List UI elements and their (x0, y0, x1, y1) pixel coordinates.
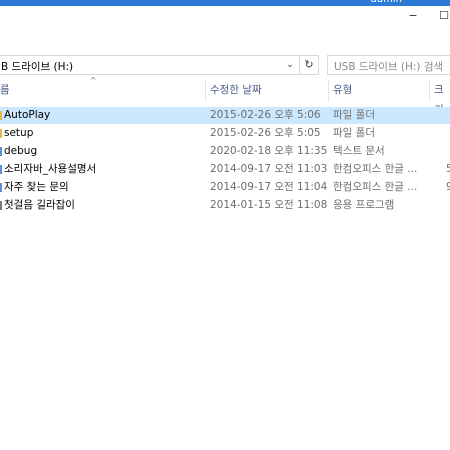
column-header-name[interactable]: 름 (0, 80, 10, 100)
file-date: 2020-02-18 오후 11:35 (210, 145, 328, 157)
file-row[interactable]: 소리자바_사용설명서 2014-09-17 오전 11:03 한컴오피스 한글 ..… (0, 161, 450, 178)
file-type: 파일 폴더 (333, 127, 375, 139)
file-name: 자주 찾는 문의 (4, 181, 69, 193)
file-type: 텍스트 문서 (333, 145, 385, 157)
file-date: 2014-01-15 오전 11:08 (210, 199, 328, 211)
file-row[interactable]: AutoPlay 2015-02-26 오후 5:06 파일 폴더 (0, 107, 450, 124)
file-date: 2014-09-17 오전 11:04 (210, 181, 328, 193)
title-bar: admin (0, 0, 450, 6)
column-divider[interactable] (328, 80, 329, 102)
address-bar[interactable]: B 드라이브 (H:) ⌄ ↻ (0, 55, 319, 75)
folder-icon (0, 111, 2, 120)
search-placeholder: USB 드라이브 (H:) 검색 (334, 61, 444, 73)
file-name: 첫걸음 길라잡이 (4, 199, 75, 211)
hwp-document-icon (0, 165, 2, 174)
file-name: setup (4, 127, 34, 139)
column-header-date[interactable]: 수정한 날짜 (210, 80, 262, 100)
file-date: 2015-02-26 오후 5:06 (210, 109, 321, 121)
column-divider[interactable] (205, 80, 206, 102)
chevron-down-icon[interactable]: ⌄ (282, 56, 298, 74)
file-name: debug (4, 145, 38, 157)
file-type: 한컴오피스 한글 ... (333, 181, 418, 193)
hwp-document-icon (0, 183, 2, 192)
file-name: AutoPlay (4, 109, 51, 121)
file-row[interactable]: setup 2015-02-26 오후 5:05 파일 폴더 (0, 125, 450, 142)
file-type: 파일 폴더 (333, 109, 375, 121)
file-date: 2015-02-26 오후 5:05 (210, 127, 321, 139)
restore-button[interactable]: ☐ (434, 8, 450, 24)
file-date: 2014-09-17 오전 11:03 (210, 163, 328, 175)
column-headers: 름 수정한 날짜 유형 크기 (0, 80, 450, 116)
column-header-size[interactable]: 크기 (434, 80, 450, 116)
refresh-icon[interactable]: ↻ (299, 56, 318, 74)
file-type: 응용 프로그램 (333, 199, 395, 211)
file-row[interactable]: 자주 찾는 문의 2014-09-17 오전 11:04 한컴오피스 한글 ... 9 (0, 179, 450, 196)
file-row[interactable]: 첫걸음 길라잡이 2014-01-15 오전 11:08 응용 프로그램 (0, 197, 450, 214)
file-row[interactable]: debug 2020-02-18 오후 11:35 텍스트 문서 (0, 143, 450, 160)
address-path: B 드라이브 (H:) (1, 61, 74, 73)
file-type: 한컴오피스 한글 ... (333, 163, 418, 175)
minimize-button[interactable]: − (403, 8, 423, 24)
file-name: 소리자바_사용설명서 (4, 163, 97, 175)
folder-icon (0, 129, 2, 138)
file-size: 5 (446, 163, 450, 175)
application-icon (0, 201, 2, 210)
file-size: 9 (446, 181, 450, 193)
text-document-icon (0, 147, 2, 156)
column-header-type[interactable]: 유형 (333, 80, 352, 100)
column-divider[interactable] (429, 80, 430, 102)
search-input[interactable]: USB 드라이브 (H:) 검색 (327, 55, 450, 75)
user-name: admin (371, 0, 402, 5)
